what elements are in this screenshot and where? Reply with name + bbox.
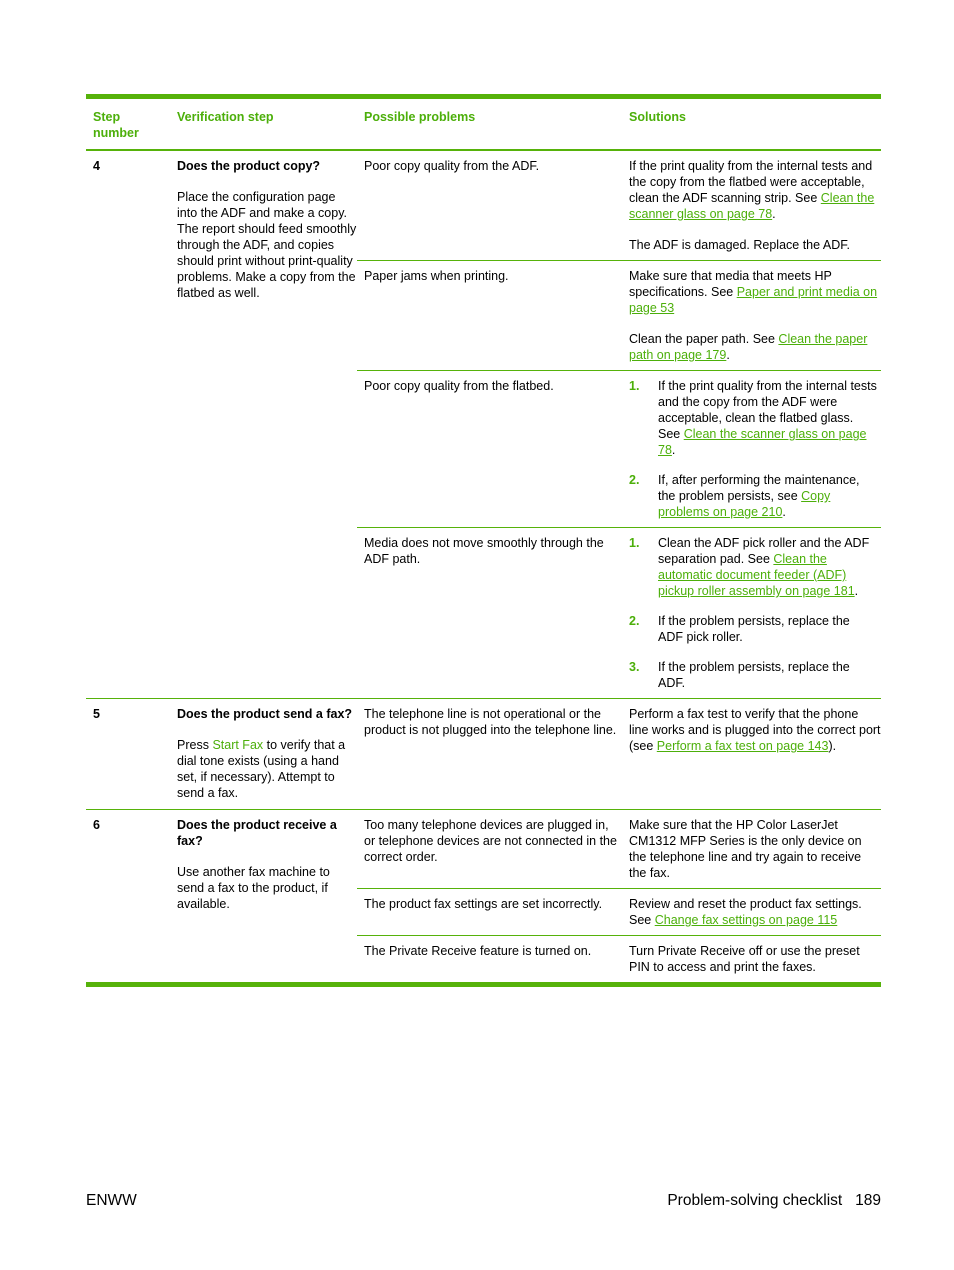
solution-text: Make sure that the HP Color LaserJet CM1… (629, 818, 862, 880)
link-clean-scanner-glass[interactable]: Clean the scanner glass on page 78 (658, 427, 866, 457)
troubleshooting-table: Step number Verification step Possible p… (86, 94, 881, 987)
table-header: Step number Verification step Possible p… (86, 99, 881, 151)
footer-page-title: Problem-solving checklist 189 (667, 1192, 881, 1209)
start-fax-button-label: Start Fax (212, 738, 264, 752)
problem-text: Poor copy quality from the ADF. (364, 159, 540, 173)
solution-cell: Review and reset the product fax setting… (622, 896, 881, 928)
problem-row: Media does not move smoothly through the… (357, 528, 881, 698)
solution-cell: Make sure that media that meets HP speci… (622, 268, 881, 363)
solution-text: . (782, 505, 786, 519)
table-row-step-5: 5 Does the product send a fax? Press Sta… (86, 699, 881, 810)
link-perform-fax-test[interactable]: Perform a fax test on page 143 (657, 739, 829, 753)
solution-text: Clean the paper path. See (629, 332, 779, 346)
solution-text: If the problem persists, replace the ADF… (658, 614, 850, 644)
footer-section-label: ENWW (86, 1192, 137, 1209)
list-item: 3. If the problem persists, replace the … (629, 659, 881, 691)
verification-cell: Does the product receive a fax? Use anot… (170, 810, 357, 982)
verification-description: Use another fax machine to send a fax to… (177, 865, 330, 911)
list-item: 2. If the problem persists, replace the … (629, 613, 881, 645)
verification-description: Place the configuration page into the AD… (177, 190, 357, 300)
table-row-step-6: 6 Does the product receive a fax? Use an… (86, 810, 881, 983)
verification-cell: Does the product copy? Place the configu… (170, 151, 357, 698)
problem-text: Paper jams when printing. (364, 269, 509, 283)
problem-row: Paper jams when printing. Make sure that… (357, 261, 881, 371)
list-number: 2. (629, 473, 640, 487)
problem-text: The telephone line is not operational or… (364, 707, 617, 737)
problem-text: Poor copy quality from the flatbed. (364, 379, 554, 393)
solution-steps-list: 1. If the print quality from the interna… (629, 378, 881, 520)
verification-cell: Does the product send a fax? Press Start… (170, 699, 357, 809)
solution-text: . (772, 207, 776, 221)
solution-cell: Make sure that the HP Color LaserJet CM1… (622, 817, 881, 881)
header-possible-problems: Possible problems (364, 110, 476, 124)
step-number: 5 (93, 707, 100, 721)
description-text: Press (177, 738, 213, 752)
solution-steps-list: 1. Clean the ADF pick roller and the ADF… (629, 535, 881, 691)
solution-text: . (671, 443, 676, 457)
solution-text: ). (828, 739, 837, 753)
header-step-number: Step number (93, 110, 139, 140)
problem-row: Too many telephone devices are plugged i… (357, 810, 881, 889)
solution-cell: 1. If the print quality from the interna… (622, 378, 881, 520)
verification-description: Press Start Fax to verify that a dial to… (177, 737, 357, 801)
solution-cell: 1. Clean the ADF pick roller and the ADF… (622, 535, 881, 691)
problem-text: The product fax settings are set incorre… (364, 897, 603, 911)
list-number: 1. (629, 536, 640, 550)
solution-cell: Perform a fax test to verify that the ph… (622, 706, 881, 754)
list-item: 1. Clean the ADF pick roller and the ADF… (629, 535, 881, 599)
problem-text: Media does not move smoothly through the… (364, 536, 604, 566)
list-item: 2. If, after performing the maintenance,… (629, 472, 881, 520)
list-number: 1. (629, 379, 640, 393)
link-change-fax-settings[interactable]: Change fax settings on page 115 (655, 913, 838, 927)
header-solutions: Solutions (629, 110, 686, 124)
list-number: 2. (629, 614, 640, 628)
problem-row: Poor copy quality from the flatbed. 1. I… (357, 371, 881, 528)
solution-text: . (726, 348, 730, 362)
solution-text: Turn Private Receive off or use the pres… (629, 944, 860, 974)
solution-cell: Turn Private Receive off or use the pres… (622, 943, 881, 975)
bottom-rule (86, 983, 881, 987)
solution-text: If the problem persists, replace the ADF… (658, 660, 850, 690)
table-row-step-4: 4 Does the product copy? Place the confi… (86, 151, 881, 699)
list-number: 3. (629, 660, 640, 674)
problem-row: The telephone line is not operational or… (357, 699, 881, 761)
list-item: 1. If the print quality from the interna… (629, 378, 881, 458)
verification-question: Does the product receive a fax? (177, 818, 337, 848)
solution-cell: If the print quality from the internal t… (622, 158, 881, 253)
step-number: 6 (93, 818, 100, 832)
verification-question: Does the product send a fax? (177, 707, 353, 721)
problem-row: Poor copy quality from the ADF. If the p… (357, 151, 881, 261)
problem-text: Too many telephone devices are plugged i… (364, 818, 617, 864)
solution-text: . (854, 584, 859, 598)
solution-text: Clean the ADF pick roller and the ADF se… (658, 536, 870, 566)
solution-text: The ADF is damaged. Replace the ADF. (629, 238, 850, 252)
verification-question: Does the product copy? (177, 159, 321, 173)
step-number: 4 (93, 159, 100, 173)
problem-row: The product fax settings are set incorre… (357, 889, 881, 936)
problem-row: The Private Receive feature is turned on… (357, 936, 881, 982)
header-verification-step: Verification step (177, 110, 274, 124)
problem-text: The Private Receive feature is turned on… (364, 944, 592, 958)
